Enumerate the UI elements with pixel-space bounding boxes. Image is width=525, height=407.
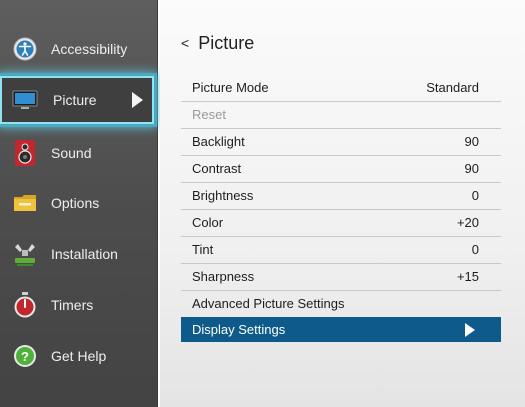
setting-label: Tint bbox=[192, 242, 214, 257]
setting-label: Picture Mode bbox=[192, 80, 269, 95]
picture-tv-icon bbox=[12, 87, 38, 113]
setting-row-advanced-picture-settings[interactable]: Advanced Picture Settings bbox=[181, 291, 501, 317]
sidebar-item-get-help[interactable]: ? Get Help bbox=[0, 331, 157, 381]
sidebar-item-label: Timers bbox=[51, 297, 94, 313]
setting-label: Sharpness bbox=[192, 269, 255, 284]
setting-row-brightness[interactable]: Brightness 0 bbox=[181, 183, 501, 210]
speaker-icon bbox=[12, 140, 38, 166]
setting-row-display-settings[interactable]: Display Settings bbox=[181, 317, 501, 342]
setting-label: Advanced Picture Settings bbox=[192, 296, 345, 311]
sidebar-item-label: Get Help bbox=[51, 348, 107, 364]
accessibility-icon bbox=[12, 36, 38, 62]
setting-row-reset: Reset bbox=[181, 102, 501, 129]
help-icon: ? bbox=[12, 343, 38, 369]
setting-value: +20 bbox=[456, 215, 479, 230]
chevron-right-icon bbox=[465, 323, 475, 337]
setting-label: Backlight bbox=[192, 134, 245, 149]
sidebar-item-timers[interactable]: Timers bbox=[0, 280, 157, 330]
sidebar-item-options[interactable]: Options bbox=[0, 178, 157, 228]
settings-sidebar: Accessibility Picture Sound Options Inst… bbox=[0, 0, 158, 407]
setting-value: +15 bbox=[456, 269, 479, 284]
setting-value: 0 bbox=[471, 188, 479, 203]
sidebar-item-installation[interactable]: Installation bbox=[0, 229, 157, 279]
back-button[interactable]: < Picture bbox=[181, 33, 254, 54]
setting-value: 0 bbox=[471, 242, 479, 257]
settings-list: Picture Mode Standard Reset Backlight 90… bbox=[181, 75, 501, 342]
page-title: Picture bbox=[198, 33, 255, 53]
sidebar-item-label: Accessibility bbox=[51, 41, 128, 57]
options-folder-icon bbox=[12, 190, 38, 216]
setting-label: Reset bbox=[192, 107, 226, 122]
sidebar-item-label: Sound bbox=[51, 145, 92, 161]
setting-row-tint[interactable]: Tint 0 bbox=[181, 237, 501, 264]
setting-label: Brightness bbox=[192, 188, 254, 203]
tv-settings-screen: Accessibility Picture Sound Options Inst… bbox=[0, 0, 525, 407]
sidebar-item-label: Options bbox=[51, 195, 100, 211]
setting-row-color[interactable]: Color +20 bbox=[181, 210, 501, 237]
setting-row-sharpness[interactable]: Sharpness +15 bbox=[181, 264, 501, 291]
sidebar-item-accessibility[interactable]: Accessibility bbox=[0, 24, 157, 74]
svg-text:?: ? bbox=[21, 349, 29, 364]
sidebar-item-label: Installation bbox=[51, 246, 118, 262]
setting-row-backlight[interactable]: Backlight 90 bbox=[181, 129, 501, 156]
setting-value: 90 bbox=[464, 134, 479, 149]
setting-value: Standard bbox=[426, 80, 479, 95]
setting-label: Color bbox=[192, 215, 224, 230]
setting-row-picture-mode[interactable]: Picture Mode Standard bbox=[181, 75, 501, 102]
sidebar-item-label: Picture bbox=[53, 92, 97, 108]
timer-icon bbox=[12, 292, 38, 318]
chevron-right-icon bbox=[132, 92, 143, 108]
setting-label: Contrast bbox=[192, 161, 242, 176]
sidebar-item-picture[interactable]: Picture bbox=[0, 76, 154, 124]
back-chevron-icon: < bbox=[181, 35, 190, 51]
setting-value: 90 bbox=[464, 161, 479, 176]
installation-icon bbox=[12, 241, 38, 267]
setting-label: Display Settings bbox=[192, 322, 286, 337]
sidebar-item-sound[interactable]: Sound bbox=[0, 128, 157, 178]
setting-row-contrast[interactable]: Contrast 90 bbox=[181, 156, 501, 183]
